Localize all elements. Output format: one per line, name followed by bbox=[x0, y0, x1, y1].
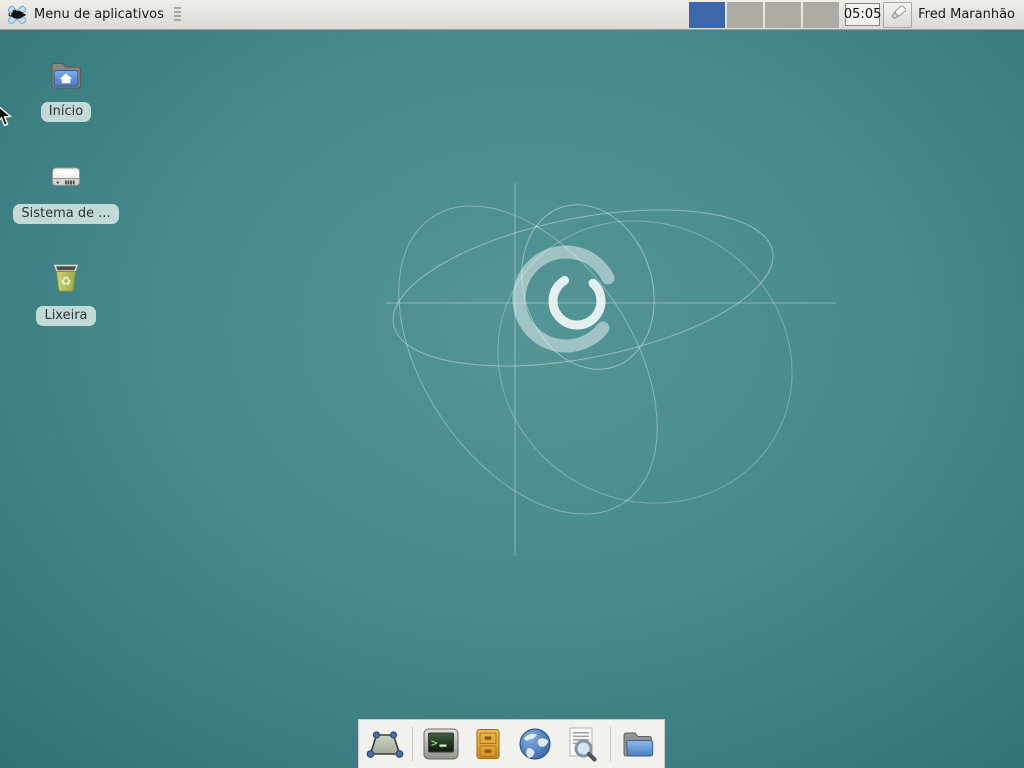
dock-separator bbox=[610, 727, 611, 761]
desktop-icon-label: Início bbox=[41, 102, 91, 122]
user-actions-button[interactable] bbox=[883, 2, 912, 28]
terminal-launcher[interactable]: > bbox=[421, 725, 460, 763]
desktop-icon-label: Sistema de ... bbox=[13, 204, 118, 224]
desktop-icon-label: Lixeira bbox=[36, 306, 95, 326]
globe-icon bbox=[516, 727, 554, 761]
panel-drag-handle[interactable] bbox=[174, 7, 182, 22]
desktop-icon-trash[interactable]: ♻ Lixeira bbox=[6, 260, 126, 326]
applications-menu-label: Menu de aplicativos bbox=[34, 7, 164, 22]
svg-text:♻: ♻ bbox=[60, 274, 71, 289]
workspace-1[interactable] bbox=[689, 2, 725, 28]
workspace-4[interactable] bbox=[803, 2, 839, 28]
workspace-switcher bbox=[687, 2, 839, 28]
workspace-3[interactable] bbox=[765, 2, 801, 28]
terminal-icon: > bbox=[422, 727, 460, 761]
file-manager-launcher[interactable] bbox=[468, 725, 507, 763]
debian-lines-wallpaper bbox=[0, 30, 1024, 768]
xfce-mouse-logo-icon bbox=[6, 4, 28, 26]
file-cabinet-icon bbox=[469, 727, 507, 761]
home-folder-icon bbox=[48, 58, 84, 96]
dock-separator bbox=[412, 727, 413, 761]
desktop: Início Sistema de ... ♻ bbox=[0, 30, 1024, 768]
svg-text:>: > bbox=[431, 737, 438, 750]
bottom-dock: > bbox=[358, 719, 665, 768]
application-finder-launcher[interactable] bbox=[563, 725, 602, 763]
show-desktop-button[interactable] bbox=[365, 725, 404, 763]
show-desktop-icon bbox=[366, 727, 404, 761]
top-panel: Menu de aplicativos 05:05 Fred Maranhão bbox=[0, 0, 1024, 30]
logout-pen-icon bbox=[887, 2, 909, 28]
document-search-icon bbox=[563, 726, 601, 762]
desktop-icon-filesystem[interactable]: Sistema de ... bbox=[6, 160, 126, 224]
logged-in-username[interactable]: Fred Maranhão bbox=[918, 7, 1015, 22]
filesystem-drive-icon bbox=[48, 160, 84, 198]
applications-menu-button[interactable]: Menu de aplicativos bbox=[0, 0, 172, 29]
desktop-icon-home[interactable]: Início bbox=[6, 58, 126, 122]
folder-icon bbox=[619, 727, 657, 761]
workspace-2[interactable] bbox=[727, 2, 763, 28]
web-browser-launcher[interactable] bbox=[516, 725, 555, 763]
debian-swirl bbox=[500, 233, 632, 365]
directory-menu-launcher[interactable] bbox=[619, 725, 658, 763]
trash-bin-icon: ♻ bbox=[47, 260, 85, 300]
panel-clock: 05:05 bbox=[845, 3, 880, 26]
